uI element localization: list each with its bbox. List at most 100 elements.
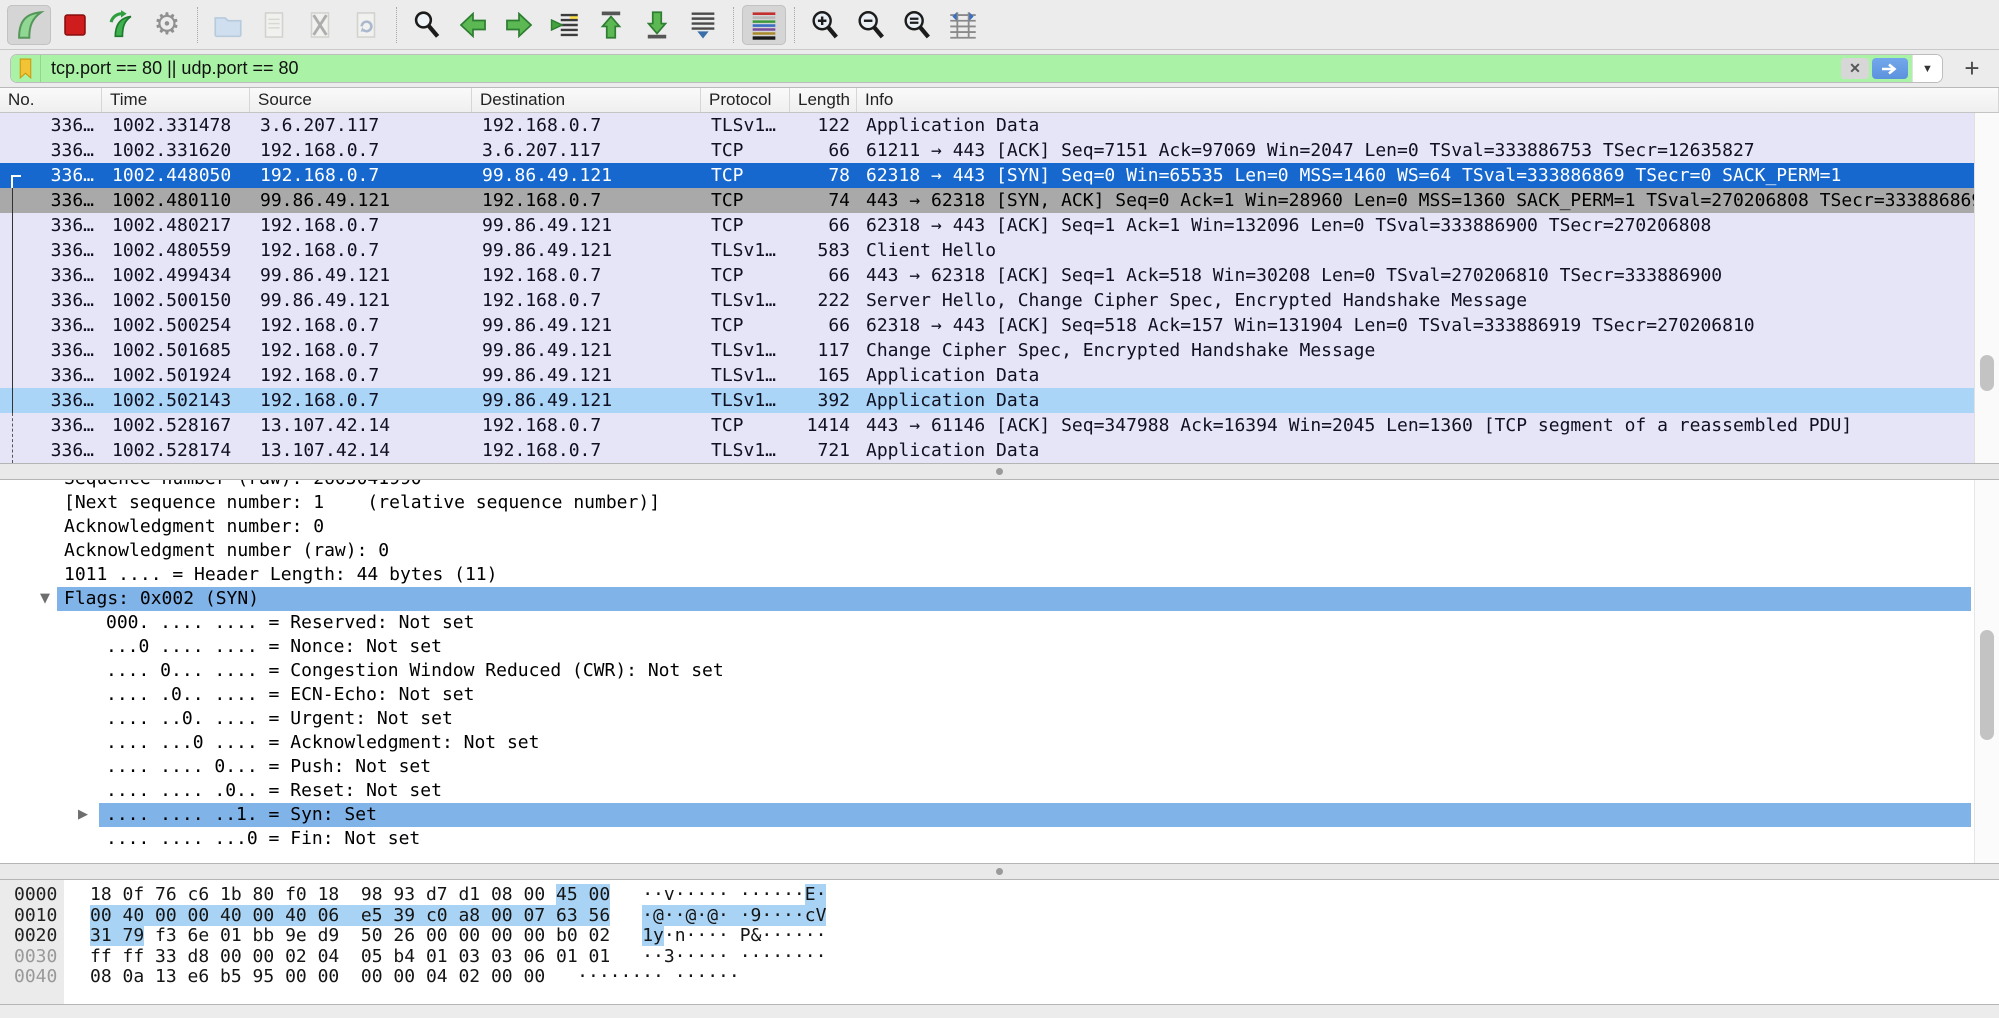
colorize-packets-button[interactable]: [742, 5, 786, 45]
packet-row[interactable]: 336…1002.501685192.168.0.799.86.49.121TL…: [0, 338, 1999, 363]
go-to-bottom-button[interactable]: [635, 5, 679, 45]
detail-row[interactable]: Acknowledgment number (raw): 0: [0, 539, 1999, 563]
detail-text: Acknowledgment number (raw): 0: [64, 539, 389, 563]
indent-spacer: [0, 659, 106, 683]
packet-row[interactable]: 336…1002.49943499.86.49.121192.168.0.7TC…: [0, 263, 1999, 288]
packet-list-scrollbar[interactable]: [1974, 113, 1999, 463]
detail-row[interactable]: .... ..0. .... = Urgent: Not set: [0, 707, 1999, 731]
zoom-in-button[interactable]: [803, 5, 847, 45]
packet-row[interactable]: 336…1002.3314783.6.207.117192.168.0.7TLS…: [0, 113, 1999, 138]
stop-capture-button[interactable]: [53, 5, 97, 45]
packet-cell-pro: TCP: [701, 263, 790, 288]
detail-row[interactable]: .... .... .0.. = Reset: Not set: [0, 779, 1999, 803]
restart-capture-button[interactable]: [99, 5, 143, 45]
zoom-reset-button[interactable]: [895, 5, 939, 45]
hex-row[interactable]: 000018 0f 76 c6 1b 80 f0 18 98 93 d7 d1 …: [0, 885, 1999, 906]
save-file-button[interactable]: [252, 5, 296, 45]
column-header-destination[interactable]: Destination: [472, 88, 701, 112]
column-header-length[interactable]: Length: [790, 88, 857, 112]
column-header-protocol[interactable]: Protocol: [701, 88, 790, 112]
column-header-info[interactable]: Info: [857, 88, 1999, 112]
packet-cell-time: 1002.480559: [102, 238, 250, 263]
packet-cell-dst: 192.168.0.7: [472, 263, 701, 288]
packet-cell-src: 192.168.0.7: [250, 163, 472, 188]
close-file-button[interactable]: [298, 5, 342, 45]
reload-file-button[interactable]: [344, 5, 388, 45]
filter-history-dropdown[interactable]: ▼: [1912, 55, 1942, 82]
packet-row[interactable]: 336…1002.502143192.168.0.799.86.49.121TL…: [0, 388, 1999, 413]
packet-row[interactable]: 336…1002.52817413.107.42.14192.168.0.7TL…: [0, 438, 1999, 463]
bookmark-icon[interactable]: [11, 55, 41, 82]
detail-row[interactable]: 000. .... .... = Reserved: Not set: [0, 611, 1999, 635]
filter-expression[interactable]: tcp.port == 80 || udp.port == 80: [41, 58, 1838, 79]
detail-row[interactable]: .... .... 0... = Push: Not set: [0, 755, 1999, 779]
display-filter-field[interactable]: tcp.port == 80 || udp.port == 80 ✕ ▼: [10, 54, 1943, 83]
packet-cell-info: 443 → 62318 [SYN, ACK] Seq=0 Ack=1 Win=2…: [857, 188, 1999, 213]
detail-row[interactable]: Acknowledgment number: 0: [0, 515, 1999, 539]
conversation-line-marker: [12, 188, 13, 413]
packet-cell-pro: TLSv1…: [701, 338, 790, 363]
detail-row[interactable]: Sequence number (raw): 2605041990: [0, 480, 1999, 491]
pane-splitter[interactable]: [0, 863, 1999, 880]
packet-row[interactable]: 336…1002.52816713.107.42.14192.168.0.7TC…: [0, 413, 1999, 438]
detail-row[interactable]: [Next sequence number: 1 (relative seque…: [0, 491, 1999, 515]
details-scrollbar[interactable]: [1974, 480, 1999, 863]
packet-row[interactable]: 336…1002.48011099.86.49.121192.168.0.7TC…: [0, 188, 1999, 213]
hex-row[interactable]: 004008 0a 13 e6 b5 95 00 00 00 00 04 02 …: [0, 967, 1999, 988]
packet-cell-no: 336…: [0, 313, 102, 338]
toolbar-separator: [197, 7, 198, 43]
detail-row[interactable]: ...0 .... .... = Nonce: Not set: [0, 635, 1999, 659]
column-header-source[interactable]: Source: [250, 88, 472, 112]
scrollbar-thumb[interactable]: [1980, 630, 1994, 740]
clear-filter-button[interactable]: ✕: [1841, 58, 1869, 79]
hex-row[interactable]: 002031 79 f3 6e 01 bb 9e d9 50 26 00 00 …: [0, 926, 1999, 947]
go-forward-button[interactable]: [497, 5, 541, 45]
detail-row[interactable]: .... .0.. .... = ECN-Echo: Not set: [0, 683, 1999, 707]
packet-row[interactable]: 336…1002.480559192.168.0.799.86.49.121TL…: [0, 238, 1999, 263]
hex-offset: 0020: [14, 926, 90, 947]
pane-splitter[interactable]: [0, 463, 1999, 480]
packet-row[interactable]: 336…1002.50015099.86.49.121192.168.0.7TL…: [0, 288, 1999, 313]
packet-cell-dst: 192.168.0.7: [472, 113, 701, 138]
add-filter-button[interactable]: +: [1955, 53, 1989, 84]
go-to-top-button[interactable]: [589, 5, 633, 45]
expanded-triangle-icon[interactable]: ▼: [40, 587, 50, 611]
hex-bytes: ff ff 33 d8 00 00 02 04 05 b4 01 03 03 0…: [90, 946, 610, 967]
packet-cell-src: 99.86.49.121: [250, 263, 472, 288]
packet-row[interactable]: 336…1002.500254192.168.0.799.86.49.121TC…: [0, 313, 1999, 338]
capture-options-button[interactable]: ⚙: [145, 5, 189, 45]
apply-filter-button[interactable]: [1872, 58, 1908, 79]
detail-row[interactable]: 1011 .... = Header Length: 44 bytes (11): [0, 563, 1999, 587]
column-header-no[interactable]: No.: [0, 88, 102, 112]
zoom-100-icon: [900, 8, 934, 42]
open-file-button[interactable]: [206, 5, 250, 45]
ascii-highlighted: E·: [805, 884, 827, 905]
hex-row[interactable]: 001000 40 00 00 40 00 40 06 e5 39 c0 a8 …: [0, 906, 1999, 927]
go-back-button[interactable]: [451, 5, 495, 45]
packet-cell-src: 192.168.0.7: [250, 363, 472, 388]
zoom-out-button[interactable]: [849, 5, 893, 45]
packet-row[interactable]: 336…1002.501924192.168.0.799.86.49.121TL…: [0, 363, 1999, 388]
detail-row[interactable]: ▶.... .... ..1. = Syn: Set: [0, 803, 1999, 827]
packet-row[interactable]: 336…1002.448050192.168.0.799.86.49.121TC…: [0, 163, 1999, 188]
detail-row[interactable]: .... 0... .... = Congestion Window Reduc…: [0, 659, 1999, 683]
detail-row[interactable]: .... .... ...0 = Fin: Not set: [0, 827, 1999, 851]
detail-row[interactable]: ▼ Flags: 0x002 (SYN): [0, 587, 1999, 611]
column-header-time[interactable]: Time: [102, 88, 250, 112]
find-packet-button[interactable]: [405, 5, 449, 45]
start-capture-button[interactable]: [7, 5, 51, 45]
hex-offset: 0040: [14, 967, 90, 988]
auto-scroll-button[interactable]: [681, 5, 725, 45]
packet-row[interactable]: 336…1002.480217192.168.0.799.86.49.121TC…: [0, 213, 1999, 238]
scrollbar-thumb[interactable]: [1980, 355, 1994, 391]
packet-row[interactable]: 336…1002.331620192.168.0.73.6.207.117TCP…: [0, 138, 1999, 163]
go-to-packet-button[interactable]: [543, 5, 587, 45]
detail-text: Flags: 0x002 (SYN): [57, 587, 1971, 611]
detail-text: .... 0... .... = Congestion Window Reduc…: [106, 659, 724, 683]
detail-row[interactable]: .... ...0 .... = Acknowledgment: Not set: [0, 731, 1999, 755]
resize-columns-button[interactable]: [941, 5, 985, 45]
wireshark-window: ⚙: [0, 0, 1999, 1018]
collapsed-triangle-icon[interactable]: ▶: [78, 803, 88, 827]
hex-row[interactable]: 0030ff ff 33 d8 00 00 02 04 05 b4 01 03 …: [0, 947, 1999, 968]
packet-cell-pro: TLSv1…: [701, 388, 790, 413]
